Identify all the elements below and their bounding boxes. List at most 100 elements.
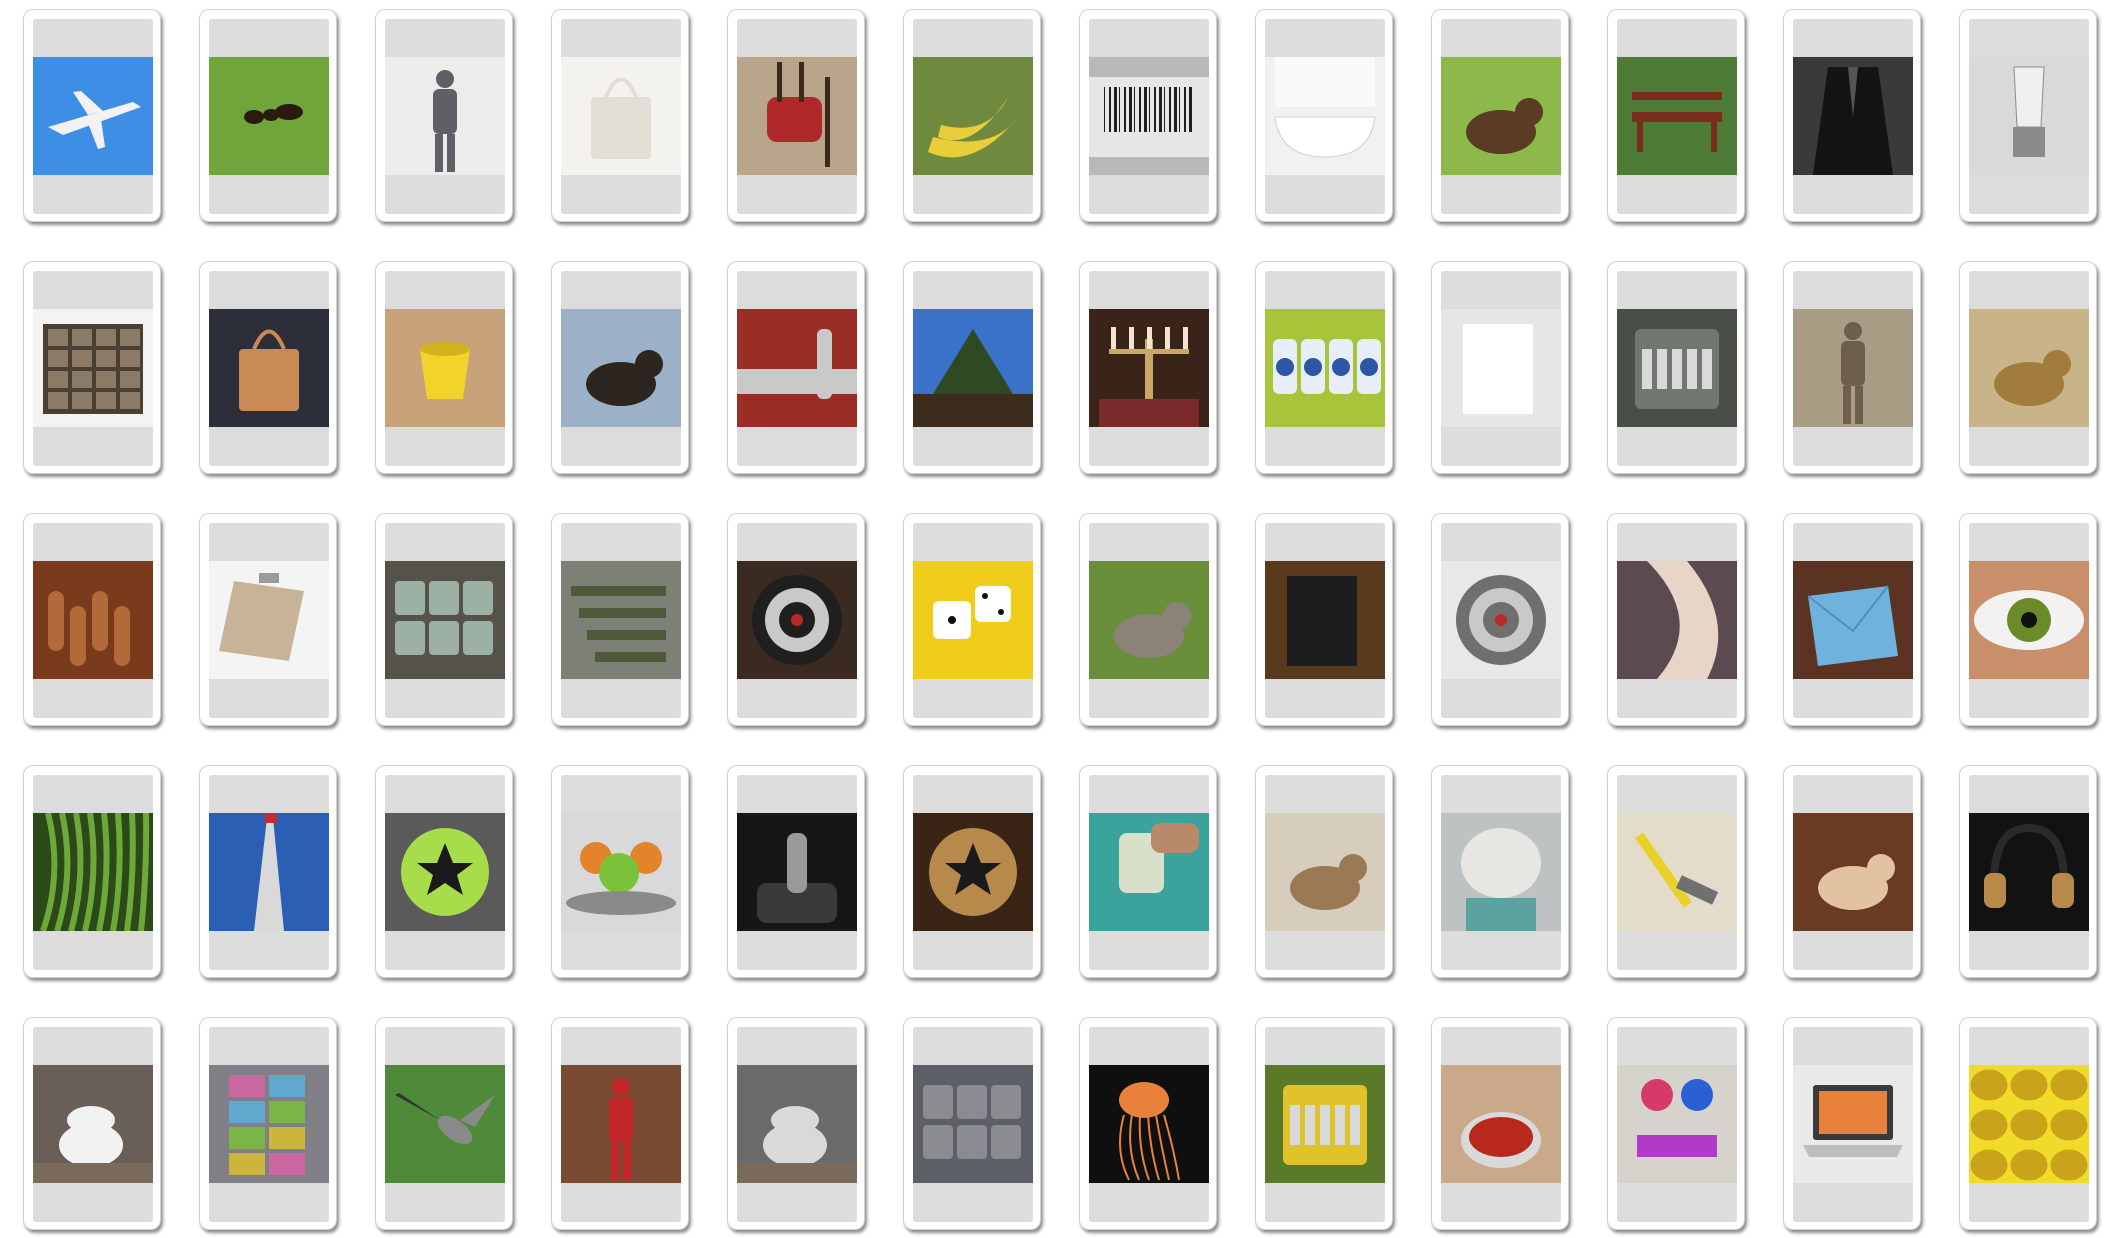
card-face (33, 1027, 153, 1222)
card-ant[interactable] (199, 9, 337, 222)
card-jar[interactable] (727, 1017, 865, 1230)
card-face (1793, 271, 1913, 466)
card-bucket[interactable] (375, 261, 513, 474)
card-honey[interactable] (23, 1017, 161, 1230)
card-cash-register[interactable] (1607, 261, 1745, 474)
card-photo (1969, 309, 2089, 427)
card-eye[interactable] (1959, 513, 2097, 726)
canister-image (1265, 309, 1385, 427)
card-cinnamon[interactable] (23, 513, 161, 726)
card-photo (1617, 561, 1737, 679)
card-bookcase[interactable] (23, 261, 161, 474)
card-bagpipe[interactable] (727, 9, 865, 222)
card-photo (33, 813, 153, 931)
card-fruit[interactable] (551, 765, 689, 978)
card-face (1969, 775, 2089, 970)
card-hammer[interactable] (1607, 765, 1745, 978)
card-jukebox[interactable] (1255, 1017, 1393, 1230)
card-blazer[interactable] (1783, 9, 1921, 222)
bookcase-image (33, 309, 153, 427)
card-ketchup[interactable] (1431, 1017, 1569, 1230)
hairnet-image (1441, 813, 1561, 931)
card-drain[interactable] (1431, 513, 1569, 726)
card-hummingbird[interactable] (375, 1017, 513, 1230)
card-gearshift[interactable] (727, 765, 865, 978)
card-glue[interactable] (1079, 765, 1217, 978)
card-coaster[interactable] (375, 513, 513, 726)
envelope-image (1793, 561, 1913, 679)
card-bag[interactable] (551, 9, 689, 222)
card-briefcase[interactable] (199, 261, 337, 474)
card-envelope[interactable] (1783, 513, 1921, 726)
card-chariot[interactable] (1783, 261, 1921, 474)
card-face (1089, 1027, 1209, 1222)
card-jellyfish[interactable] (1079, 1017, 1217, 1230)
card-face (1441, 775, 1561, 970)
card-frisbee[interactable] (375, 765, 513, 978)
card-armour[interactable] (375, 9, 513, 222)
card-barcode[interactable] (1079, 9, 1217, 222)
card-face (737, 19, 857, 214)
card-photo (209, 561, 329, 679)
bull-image (561, 309, 681, 427)
bathtub-image (1265, 57, 1385, 175)
card-blender[interactable] (1959, 9, 2097, 222)
card-banana[interactable] (903, 9, 1041, 222)
card-photo (1617, 1065, 1737, 1183)
card-photo (561, 57, 681, 175)
card-lemon[interactable] (1959, 1017, 2097, 1230)
card-photo (33, 57, 153, 175)
card-globe[interactable] (903, 765, 1041, 978)
card-face (737, 775, 857, 970)
card-beaver[interactable] (1431, 9, 1569, 222)
card-dartboard[interactable] (727, 513, 865, 726)
card-groundhog[interactable] (1255, 765, 1393, 978)
card-photo (1089, 309, 1209, 427)
card-hopscotch[interactable] (199, 1017, 337, 1230)
card-bush[interactable] (903, 261, 1041, 474)
chariot-image (1793, 309, 1913, 427)
card-photo (33, 309, 153, 427)
card-fern[interactable] (23, 765, 161, 978)
card-airplane[interactable] (23, 9, 161, 222)
card-dice[interactable] (903, 513, 1041, 726)
card-knitting[interactable] (1607, 1017, 1745, 1230)
card-clipboard[interactable] (199, 513, 337, 726)
card-face (1617, 1027, 1737, 1222)
card-jackhammer[interactable] (551, 1017, 689, 1230)
card-canvas[interactable] (1431, 261, 1569, 474)
card-photo (561, 309, 681, 427)
card-face (1969, 271, 2089, 466)
card-canister[interactable] (1255, 261, 1393, 474)
card-photo (913, 813, 1033, 931)
card-elbow[interactable] (1607, 513, 1745, 726)
card-photo (737, 561, 857, 679)
card-photo (385, 1065, 505, 1183)
card-photo (1793, 561, 1913, 679)
card-hamster[interactable] (1783, 765, 1921, 978)
card-cot[interactable] (551, 513, 689, 726)
card-donkey[interactable] (1079, 513, 1217, 726)
card-face (561, 19, 681, 214)
card-photo (1441, 57, 1561, 175)
card-jeans[interactable] (903, 1017, 1041, 1230)
card-laptop[interactable] (1783, 1017, 1921, 1230)
cinnamon-image (33, 561, 153, 679)
card-hairnet[interactable] (1431, 765, 1569, 978)
jackhammer-image (561, 1065, 681, 1183)
card-bench[interactable] (1607, 9, 1745, 222)
card-flagpole[interactable] (199, 765, 337, 978)
card-photo (1793, 813, 1913, 931)
card-bull[interactable] (551, 261, 689, 474)
card-photo (1617, 309, 1737, 427)
card-photo (561, 561, 681, 679)
card-cheetah[interactable] (1959, 261, 2097, 474)
card-doormat[interactable] (1255, 513, 1393, 726)
card-photo (385, 813, 505, 931)
card-face (1265, 775, 1385, 970)
card-bumper[interactable] (727, 261, 865, 474)
card-headphones[interactable] (1959, 765, 2097, 978)
fruit-image (561, 813, 681, 931)
card-candelabra[interactable] (1079, 261, 1217, 474)
card-bathtub[interactable] (1255, 9, 1393, 222)
